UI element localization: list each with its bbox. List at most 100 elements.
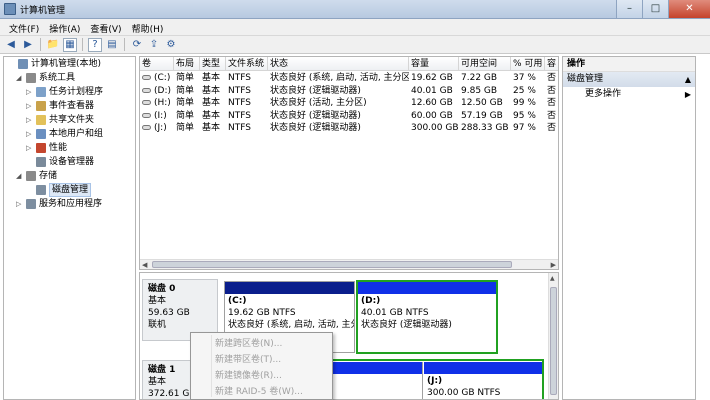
tree-item[interactable]: ▷ 事件查看器 [4,99,135,113]
tree-item[interactable]: ▷ 任务计划程序 [4,85,135,99]
collapse-icon[interactable]: ▲ [685,72,691,87]
table-cell: 95 % [513,110,536,121]
table-cell: 状态良好 (逻辑驱动器) [270,123,361,133]
menu-new-mirrored-volume[interactable]: 新建镜像卷(R)... [191,368,332,384]
column-header[interactable]: 布局 [174,57,200,71]
table-row[interactable]: (D:) 简单 基本 NTFS 状态良好 (逻辑驱动器) 40.01 GB 9.85 GB 2… [140,85,558,97]
table-cell: 简单 [176,123,195,133]
properties-icon[interactable]: ▤ [105,38,119,52]
navigation-tree[interactable]: 计算机管理(本地) ◢ 系统工具 ▷ 任务计划程序 ▷ 事件查看器 ▷ 共享文件夹 ▷ 本地用户和组… [3,56,136,400]
expand-toggle-icon[interactable]: ◢ [16,169,24,183]
expand-toggle-icon[interactable]: ▷ [26,113,34,127]
computer-management-icon [4,3,16,15]
help-icon[interactable]: ? [88,37,102,52]
tree-item[interactable]: ▷ 服务和应用程序 [4,197,135,211]
menu-action[interactable]: 操作(A) [44,19,85,35]
tree-item-label: 本地用户和组 [49,129,104,139]
more-actions-item[interactable]: 更多操作 ▶ [563,87,695,102]
table-cell: NTFS [228,85,251,96]
table-cell: 简单 [176,85,195,96]
submenu-arrow-icon: ▶ [684,90,691,99]
table-cell: 基本 [202,73,221,83]
horizontal-scrollbar[interactable]: ◀ ▶ [140,259,558,269]
table-cell: 否 [547,110,557,121]
table-cell: NTFS [228,123,251,133]
partition-group-extended: (J:) 300.00 GB NTFS [326,359,544,399]
partition-i[interactable] [329,362,423,399]
minimize-button[interactable]: – [616,0,642,18]
menu-new-raid5-volume[interactable]: 新建 RAID-5 卷(W)... [191,384,332,400]
column-header[interactable]: 类型 [200,57,226,71]
show-hide-tree-icon[interactable]: ▦ [63,37,77,52]
tree-node-icon [26,199,36,209]
menu-new-spanned-volume[interactable]: 新建跨区卷(N)... [191,336,332,352]
tree-item[interactable]: ◢ 系统工具 [4,71,135,85]
tree-item[interactable]: 计算机管理(本地) [4,57,135,71]
expand-toggle-icon[interactable]: ▷ [16,197,24,211]
scroll-right-icon[interactable]: ▶ [551,260,556,269]
disk-name: 磁盘 0 [148,284,176,294]
table-row[interactable]: (J:) 简单 基本 NTFS 状态良好 (逻辑驱动器) 300.00 GB 288.33 … [140,122,558,134]
expand-toggle-icon[interactable]: ▷ [26,85,34,99]
table-cell: 简单 [176,98,195,108]
actions-section-disk-management[interactable]: 磁盘管理 ▲ [563,72,695,87]
table-cell: 12.50 GB [461,98,503,108]
tree-item-label: 服务和应用程序 [39,199,103,209]
forward-icon[interactable]: ▶ [21,38,35,52]
column-header[interactable]: 容 [545,57,558,71]
column-header[interactable]: 容量 [409,57,459,71]
tree-item[interactable]: ▷ 本地用户和组 [4,127,135,141]
column-header[interactable]: 状态 [268,57,409,71]
menu-new-striped-volume[interactable]: 新建带区卷(T)... [191,352,332,368]
expand-toggle-icon[interactable]: ▷ [26,127,34,141]
table-cell: 57.19 GB [461,110,503,121]
view-icon[interactable]: ⚙ [164,38,178,52]
vertical-scrollbar[interactable]: ▲ [548,273,558,399]
table-row[interactable]: (H:) 简单 基本 NTFS 状态良好 (活动, 主分区) 12.60 GB 12.50 … [140,97,558,109]
drive-icon [142,75,151,80]
table-row[interactable]: (I:) 简单 基本 NTFS 状态良好 (逻辑驱动器) 60.00 GB 57.19 GB… [140,110,558,122]
scrollbar-thumb[interactable] [152,261,512,268]
column-header[interactable]: 卷 [140,57,174,71]
table-cell: 19.62 GB [411,73,453,83]
menu-file[interactable]: 文件(F) [4,19,44,35]
menu-view[interactable]: 查看(V) [85,19,126,35]
close-button[interactable]: ✕ [668,0,710,18]
scroll-left-icon[interactable]: ◀ [142,260,147,269]
menu-help[interactable]: 帮助(H) [127,19,169,35]
expand-toggle-icon[interactable]: ◢ [16,71,24,85]
table-cell: 否 [547,73,557,83]
column-header[interactable]: % 可用 [511,57,545,71]
up-folder-icon[interactable]: 📁 [46,38,60,52]
expand-toggle-icon[interactable]: ▷ [26,99,34,113]
expand-toggle-icon[interactable]: ▷ [26,141,34,155]
column-header[interactable]: 文件系统 [226,57,268,71]
partition-d[interactable]: (D:) 40.01 GB NTFS 状态良好 (逻辑驱动器) [356,280,498,354]
partition-j[interactable]: (J:) 300.00 GB NTFS [424,362,542,399]
export-icon[interactable]: ⇪ [147,38,161,52]
partition-bar [358,282,496,294]
context-menu: 新建跨区卷(N)... 新建带区卷(T)... 新建镜像卷(R)... 新建 R… [190,332,333,400]
scrollbar-thumb[interactable] [550,287,557,395]
volume-list: 卷布局 类型 文件系统 状态 容量 可用空间% 可用容 (C:) 简单 基本 NTFS 状态良好 … [139,56,559,270]
table-row[interactable]: (C:) 简单 基本 NTFS 状态良好 (系统, 启动, 活动, 主分区) 19.62 … [140,72,558,84]
column-header[interactable]: 可用空间 [459,57,511,71]
scroll-up-icon[interactable]: ▲ [550,275,555,282]
tree-item[interactable]: 磁盘管理 [4,183,135,197]
volume-name: (D:) [154,85,171,96]
tree-item[interactable]: 设备管理器 [4,155,135,169]
tree-item[interactable]: ▷ 性能 [4,141,135,155]
table-cell: NTFS [228,98,251,108]
tree-node-icon [36,129,46,139]
window-controls: – □ ✕ [616,0,710,18]
title-bar: 计算机管理 – □ ✕ [0,0,710,19]
actions-header: 操作 [563,57,695,72]
back-icon[interactable]: ◀ [4,38,18,52]
tree-item[interactable]: ▷ 共享文件夹 [4,113,135,127]
tree-item-label: 存储 [39,171,58,181]
table-cell: 9.85 GB [461,85,498,96]
table-cell: 简单 [176,73,195,83]
tree-item[interactable]: ◢ 存储 [4,169,135,183]
maximize-button[interactable]: □ [642,0,668,18]
refresh-icon[interactable]: ⟳ [130,38,144,52]
